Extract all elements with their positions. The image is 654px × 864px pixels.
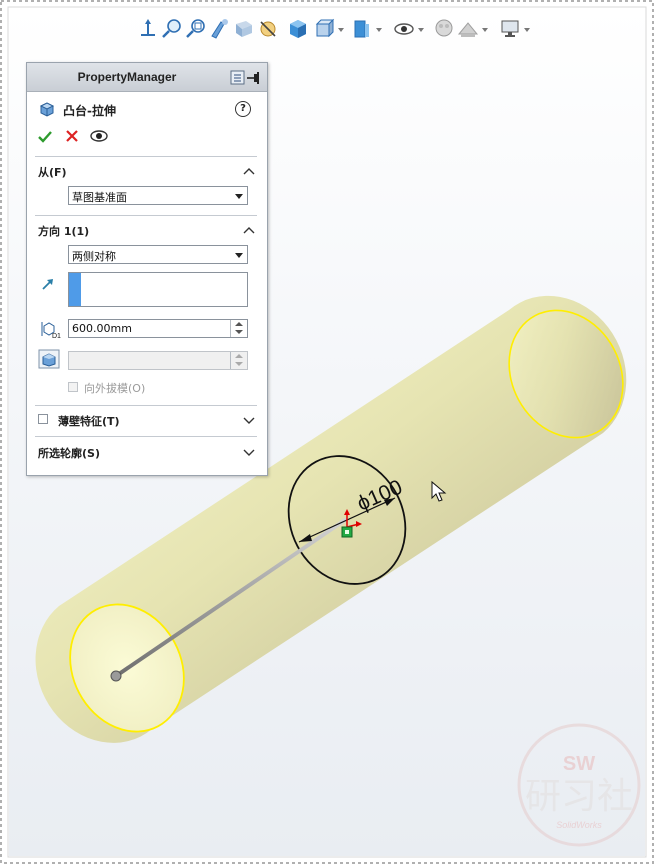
depth-icon: D1 [41, 322, 61, 339]
scene-dropdown-icon[interactable] [481, 26, 489, 34]
from-section-label[interactable]: 从(F) [38, 164, 67, 180]
drag-handle-ball[interactable] [110, 670, 122, 682]
section-divider [35, 156, 257, 157]
apply-scene-icon[interactable] [457, 18, 479, 40]
view-visibility-eye-icon[interactable] [393, 18, 415, 40]
previous-view-icon[interactable] [209, 18, 231, 40]
svg-text:SW: SW [563, 753, 595, 775]
edit-appearance-icon[interactable] [433, 18, 455, 40]
chevron-up-icon[interactable] [243, 225, 255, 235]
screenshot-frame: ϕ100 SW 研习社 SolidWorks PropertyManager 凸… [0, 0, 654, 864]
visibility-dropdown-icon[interactable] [417, 26, 425, 34]
cancel-x-button[interactable] [65, 129, 79, 143]
feature-title: 凸台-拉伸 [63, 104, 116, 118]
selected-contours-label[interactable]: 所选轮廓(S) [38, 445, 100, 461]
zoom-to-fit-icon[interactable] [161, 18, 183, 40]
depth-input[interactable]: 600.00mm [68, 319, 248, 338]
section-divider [35, 215, 257, 216]
draft-outward-checkbox [68, 382, 78, 392]
thin-feature-checkbox[interactable] [38, 414, 48, 424]
display-style-icon[interactable] [313, 18, 335, 40]
ok-checkmark-button[interactable] [37, 129, 53, 145]
direction-selection-box[interactable] [68, 272, 248, 307]
view-settings-dropdown-icon[interactable] [523, 26, 531, 34]
section-divider [35, 436, 257, 437]
selection-color-swatch [69, 273, 81, 306]
direction1-section-label[interactable]: 方向 1(1) [38, 223, 89, 239]
view-orientation-icon[interactable] [287, 18, 309, 40]
extrude-boss-icon [39, 102, 55, 117]
svg-text:SolidWorks: SolidWorks [556, 820, 602, 830]
view-orientation-triad-icon[interactable] [137, 18, 159, 40]
view-settings-monitor-icon[interactable] [499, 18, 521, 40]
hide-show-items-icon[interactable] [351, 18, 373, 40]
property-manager-header: PropertyManager [27, 63, 267, 92]
draft-outward-label: 向外拔模(O) [84, 382, 146, 395]
zoom-to-area-icon[interactable] [185, 18, 207, 40]
hide-show-dropdown-icon[interactable] [375, 26, 383, 34]
thin-feature-label[interactable]: 薄壁特征(T) [58, 413, 120, 429]
dynamic-annotation-icon[interactable] [257, 18, 279, 40]
help-button[interactable]: ? [235, 101, 251, 117]
pin-icon[interactable] [230, 69, 264, 87]
property-manager-panel: PropertyManager 凸台-拉伸 ? 从(F) 草图基准面 方向 1(… [26, 62, 268, 476]
chevron-up-icon[interactable] [243, 166, 255, 176]
from-condition-select[interactable]: 草图基准面 [68, 186, 248, 205]
property-manager-title: PropertyManager [77, 70, 177, 84]
watermark-logo: SW 研习社 SolidWorks [517, 723, 641, 847]
depth-spinner[interactable] [230, 320, 247, 337]
draft-angle-input [68, 351, 248, 370]
direction-arrow-icon[interactable] [41, 277, 55, 291]
display-style-dropdown-icon[interactable] [337, 26, 345, 34]
end-condition-select[interactable]: 两侧对称 [68, 245, 248, 264]
section-view-icon[interactable] [233, 18, 255, 40]
svg-text:D1: D1 [52, 333, 61, 339]
preview-eye-button[interactable] [89, 129, 109, 143]
chevron-down-icon[interactable] [243, 415, 255, 425]
draft-toggle-icon[interactable] [38, 349, 60, 369]
section-divider [35, 405, 257, 406]
svg-text:研习社: 研习社 [525, 776, 633, 817]
chevron-down-icon[interactable] [243, 447, 255, 457]
heads-up-view-toolbar [137, 16, 557, 44]
